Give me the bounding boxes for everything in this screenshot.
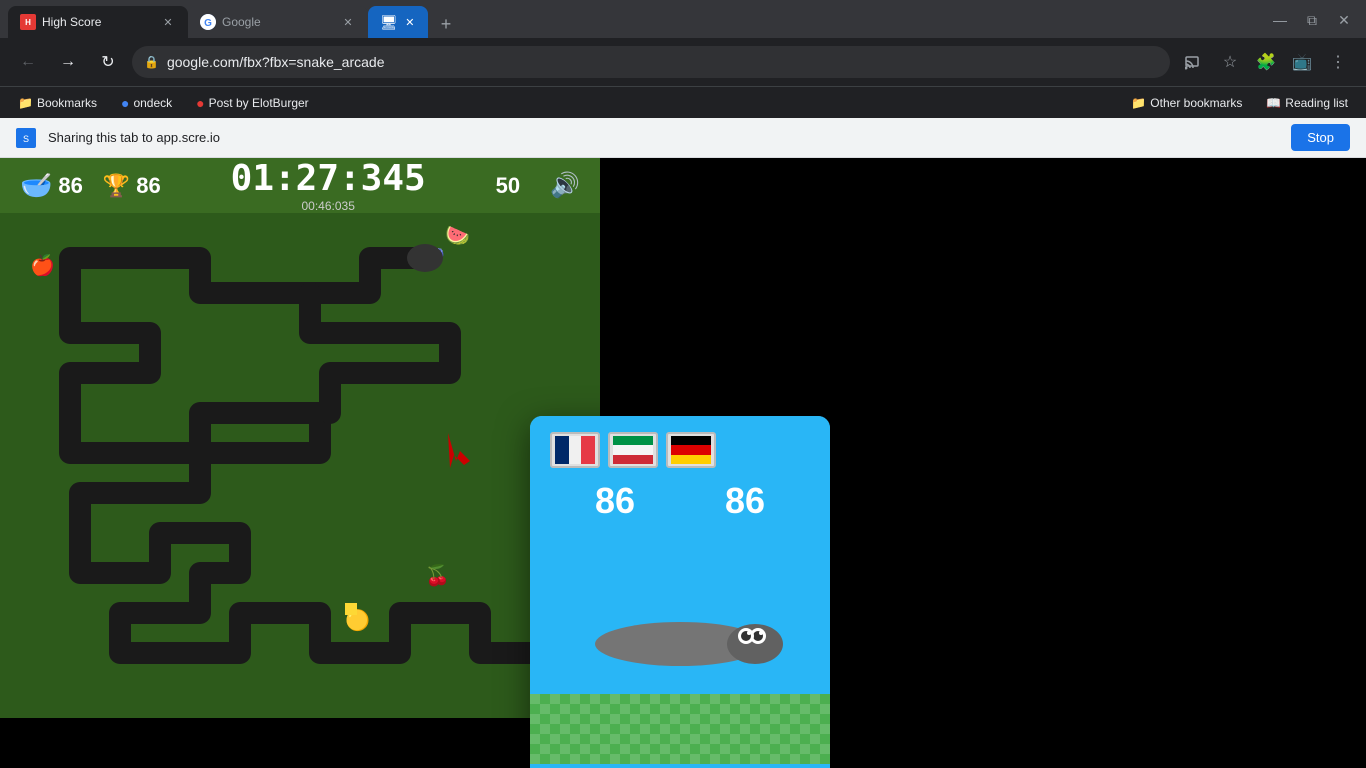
score-value: 86: [58, 173, 82, 199]
snake-game[interactable]: 🥣 86 🏆 86 01:27:345 00:46:035 50: [0, 158, 600, 718]
game-overlay: 86 86: [530, 416, 830, 768]
star-icon[interactable]: ☆: [1214, 46, 1246, 78]
address-bar: ← → ↻ 🔒 google.com/fbx?fbx=snake_arcade …: [0, 38, 1366, 86]
maze-area: 🍎 🍒 🟡 🍉 🫐: [0, 213, 600, 718]
tab-google-label: Google: [222, 15, 261, 29]
tab-highscore[interactable]: H High Score ✕: [8, 6, 188, 38]
other-bookmarks-label: Other bookmarks: [1150, 96, 1242, 110]
svg-text:G: G: [204, 18, 212, 29]
back-button[interactable]: ←: [12, 46, 44, 78]
sub-timer: 00:46:035: [301, 199, 354, 213]
tab-google-favicon: G: [200, 14, 216, 30]
bookmarks-folder-icon: 📁: [18, 96, 33, 110]
snake-preview: [530, 530, 830, 764]
main-timer: 01:27:345: [231, 158, 426, 199]
overlay-buttons: ▶ Play ⚙: [530, 764, 830, 768]
sound-button[interactable]: 🔊: [550, 171, 580, 200]
tab-highscore-label: High Score: [42, 15, 101, 29]
trophy-icon: 🏆: [103, 173, 130, 199]
extensions-icon[interactable]: 🧩: [1250, 46, 1282, 78]
current-score: 🥣 86: [20, 170, 83, 201]
sharing-icon: S: [16, 128, 36, 148]
flag-row: [550, 432, 810, 468]
new-tab-button[interactable]: +: [432, 10, 460, 38]
level-container: 50: [496, 173, 520, 199]
flag-3: [666, 432, 716, 468]
bookmarks-folder-label: Bookmarks: [37, 96, 97, 110]
ground: [530, 694, 830, 764]
window-controls: — ⧉ ✕: [1266, 6, 1358, 34]
close-button[interactable]: ✕: [1330, 6, 1358, 34]
flag-2: [608, 432, 658, 468]
tab-google-close[interactable]: ✕: [340, 14, 356, 30]
reading-list-icon: 📖: [1266, 96, 1281, 110]
tab-screen-close[interactable]: ✕: [404, 14, 416, 30]
overlay-scores-area: 86 86: [530, 416, 830, 530]
bookmarks-right: 📁 Other bookmarks 📖 Reading list: [1125, 94, 1354, 112]
snake-preview-svg: [570, 589, 790, 699]
screen-share-icon: 🖥: [380, 14, 398, 31]
ondeck-bookmark[interactable]: ● ondeck: [115, 93, 178, 113]
lock-icon: 🔒: [144, 55, 159, 69]
bookmarks-bar: 📁 Bookmarks ● ondeck ● Post by ElotBurge…: [0, 86, 1366, 118]
bookmarks-folder[interactable]: 📁 Bookmarks: [12, 94, 103, 112]
reading-list-label: Reading list: [1285, 96, 1348, 110]
ground-svg: [530, 694, 830, 764]
tab-highscore-close[interactable]: ✕: [160, 14, 176, 30]
restore-button[interactable]: ⧉: [1298, 6, 1326, 34]
cast-tab-icon[interactable]: 📺: [1286, 46, 1318, 78]
dot-yellow: [345, 603, 357, 615]
game-container: 🥣 86 🏆 86 01:27:345 00:46:035 50: [0, 158, 1366, 768]
forward-button[interactable]: →: [52, 46, 84, 78]
level-value: 50: [496, 173, 520, 198]
minimize-button[interactable]: —: [1266, 6, 1294, 34]
elotburger-icon: ●: [196, 95, 204, 111]
other-bookmarks[interactable]: 📁 Other bookmarks: [1125, 94, 1248, 112]
overlay-score-right: 86: [725, 480, 765, 522]
timer-container: 01:27:345 00:46:035: [181, 158, 476, 213]
tab-highscore-favicon: H: [20, 14, 36, 30]
game-header: 🥣 86 🏆 86 01:27:345 00:46:035 50: [0, 158, 600, 213]
reload-button[interactable]: ↻: [92, 46, 124, 78]
other-bookmarks-icon: 📁: [1131, 96, 1146, 110]
elotburger-label: Post by ElotBurger: [209, 96, 309, 110]
elotburger-bookmark[interactable]: ● Post by ElotBurger: [190, 93, 315, 113]
high-score: 🏆 86: [103, 173, 161, 199]
tab-google[interactable]: G Google ✕: [188, 6, 368, 38]
cast-icon[interactable]: [1178, 46, 1210, 78]
overlay-score-left: 86: [595, 480, 635, 522]
browser-frame: H High Score ✕ G Google ✕ 🖥 ✕ + — ⧉ ✕ ← …: [0, 0, 1366, 768]
svg-text:H: H: [25, 18, 31, 27]
stop-button[interactable]: Stop: [1291, 124, 1350, 151]
sharing-message: Sharing this tab to app.scre.io: [48, 130, 1279, 145]
score-bowl-icon: 🥣: [20, 170, 52, 201]
snake-svg: [0, 213, 600, 718]
flag-1: [550, 432, 600, 468]
address-actions: ☆ 🧩 📺 ⋮: [1178, 46, 1354, 78]
address-text: google.com/fbx?fbx=snake_arcade: [167, 54, 1158, 70]
menu-icon[interactable]: ⋮: [1322, 46, 1354, 78]
sharing-bar: S Sharing this tab to app.scre.io Stop: [0, 118, 1366, 158]
overlay-scores-row: 86 86: [550, 480, 810, 522]
ondeck-label: ondeck: [133, 96, 172, 110]
reading-list[interactable]: 📖 Reading list: [1260, 94, 1354, 112]
tab-screen-share[interactable]: 🖥 ✕: [368, 6, 428, 38]
ondeck-icon: ●: [121, 95, 129, 111]
overlay-inner: 86 86: [530, 416, 830, 768]
tab-bar: H High Score ✕ G Google ✕ 🖥 ✕ + — ⧉ ✕: [0, 0, 1366, 38]
highscore-value: 86: [136, 173, 160, 199]
address-input[interactable]: 🔒 google.com/fbx?fbx=snake_arcade: [132, 46, 1170, 78]
svg-text:S: S: [23, 134, 29, 144]
